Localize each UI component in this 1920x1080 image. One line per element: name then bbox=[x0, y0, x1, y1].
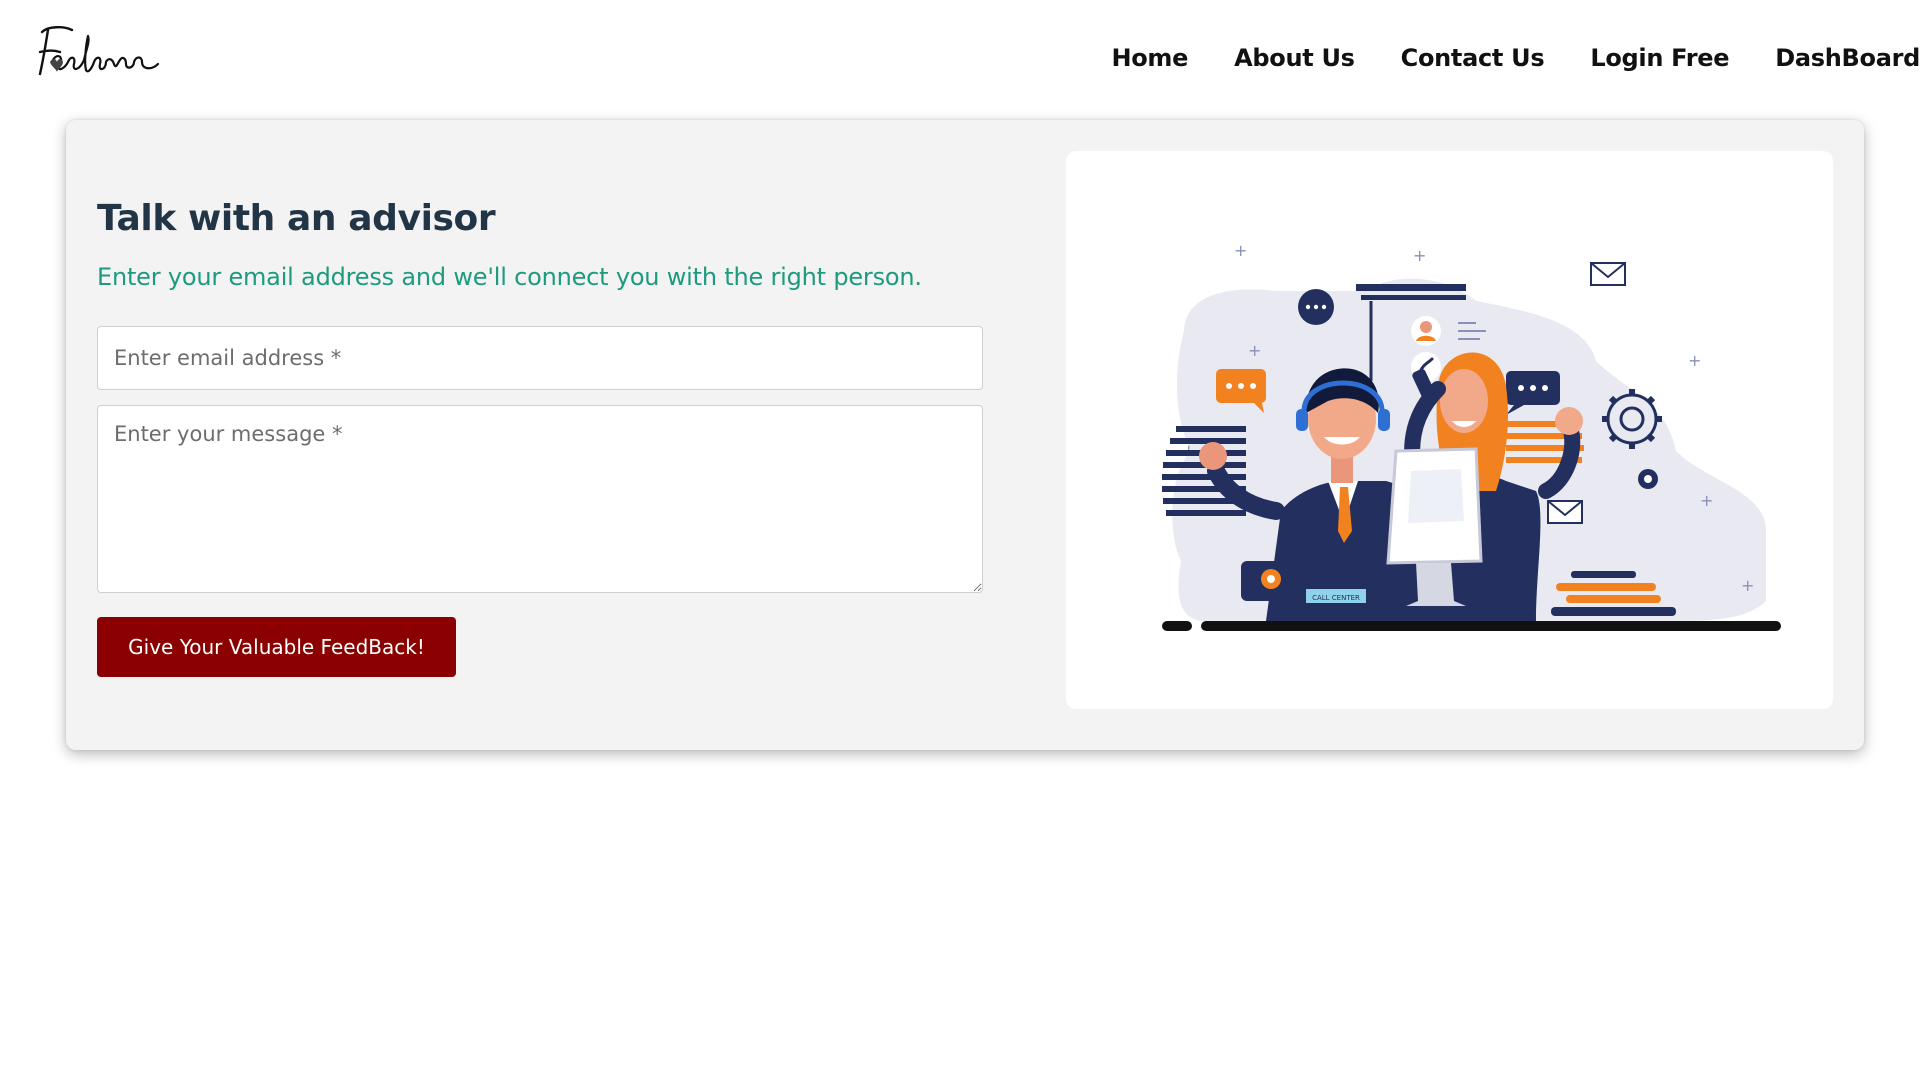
svg-text:+: + bbox=[1741, 576, 1754, 595]
nav-about-us[interactable]: About Us bbox=[1234, 44, 1355, 72]
illustration-panel: + + + + + + + bbox=[1066, 151, 1833, 709]
svg-text:+: + bbox=[1234, 241, 1247, 260]
site-header: Home About Us Contact Us Login Free Dash… bbox=[0, 0, 1920, 120]
page-subtitle: Enter your email address and we'll conne… bbox=[97, 263, 922, 291]
nav-dashboard[interactable]: DashBoard bbox=[1775, 44, 1920, 72]
sign-text: CALL CENTER bbox=[1312, 594, 1360, 602]
envelope-icon bbox=[1590, 262, 1626, 286]
call-center-advisors-illustration: + + + + + + + bbox=[1162, 241, 1781, 631]
nav-contact-us[interactable]: Contact Us bbox=[1401, 44, 1545, 72]
svg-text:+: + bbox=[1248, 341, 1261, 360]
nav-home[interactable]: Home bbox=[1111, 44, 1188, 72]
desk-phone bbox=[1241, 561, 1301, 601]
main-nav: Home About Us Contact Us Login Free Dash… bbox=[1111, 44, 1920, 72]
email-input[interactable] bbox=[97, 326, 983, 390]
svg-text:+: + bbox=[1688, 351, 1701, 370]
message-textarea[interactable] bbox=[97, 405, 983, 593]
freelance-logo-icon bbox=[38, 26, 160, 76]
svg-text:+: + bbox=[1413, 246, 1426, 265]
nav-login-free[interactable]: Login Free bbox=[1590, 44, 1729, 72]
advisor-card: Talk with an advisor Enter your email ad… bbox=[66, 120, 1864, 750]
freelance-logo[interactable] bbox=[34, 22, 164, 86]
page-title: Talk with an advisor bbox=[97, 198, 496, 239]
svg-text:+: + bbox=[1700, 491, 1713, 510]
submit-feedback-button[interactable]: Give Your Valuable FeedBack! bbox=[97, 617, 456, 677]
